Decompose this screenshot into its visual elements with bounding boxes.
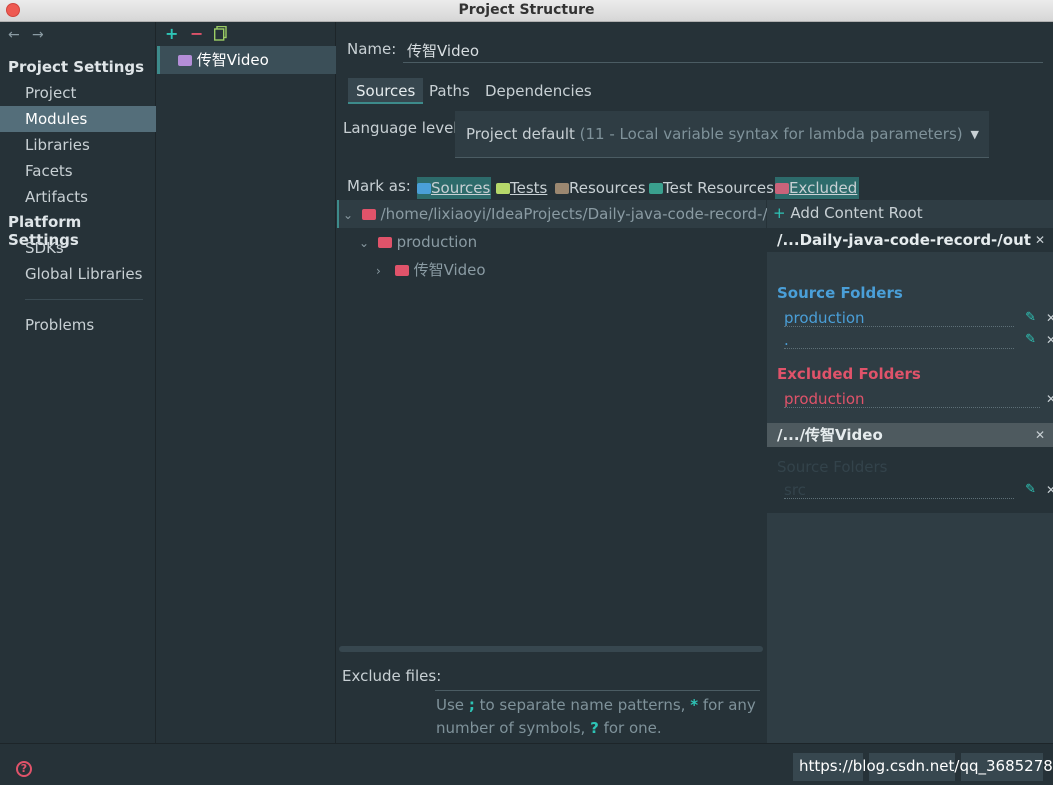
sidebar-item-sdks[interactable]: SDKs (0, 235, 156, 261)
module-item-label: 传智Video (196, 51, 269, 69)
watermark-text: https://blog.csdn.net/qq_36852780 (799, 757, 1053, 775)
close-icon[interactable]: ✕ (1046, 389, 1053, 409)
tree-row-production[interactable]: ⌄ production (337, 228, 477, 256)
mark-resources-button[interactable]: Resources (555, 177, 647, 199)
exclude-files-label: Exclude files: (342, 667, 442, 685)
sidebar-item-problems[interactable]: Problems (0, 312, 156, 338)
close-icon[interactable]: ✕ (1046, 308, 1053, 328)
module-folder-icon (178, 55, 192, 66)
folder-icon (361, 209, 376, 220)
sidebar-item-project[interactable]: Project (0, 80, 156, 106)
excluded-folder-entry: production ✕ (784, 389, 1053, 409)
mark-as-label: Mark as: (347, 177, 411, 195)
tests-folder-icon (496, 183, 510, 194)
horizontal-scrollbar[interactable] (339, 646, 763, 652)
sidebar-item-modules[interactable]: Modules (0, 106, 156, 132)
folder-icon (394, 265, 409, 276)
edit-icon[interactable]: ✎ (1025, 308, 1036, 328)
mark-excluded-button[interactable]: Excluded (775, 177, 860, 199)
tree-row-module[interactable]: › 传智Video (337, 256, 486, 284)
tab-paths[interactable]: Paths (421, 78, 478, 104)
remove-module-button[interactable]: − (190, 24, 203, 43)
close-window-button[interactable] (6, 3, 20, 17)
sidebar-item-artifacts[interactable]: Artifacts (0, 184, 156, 210)
tree-row-label: /home/lixiaoyi/IdeaProjects/Daily-java-c… (380, 205, 793, 223)
project-settings-heading: Project Settings (8, 58, 145, 76)
source-folders-title: Source Folders (777, 458, 888, 476)
tree-row-label: 传智Video (413, 261, 486, 279)
language-level-dropdown[interactable]: Project default (11 - Local variable syn… (455, 111, 989, 158)
content-root-body: Source Folders src ✎ ✕ (767, 447, 1053, 513)
mark-sources-button[interactable]: Sources (417, 177, 492, 199)
source-folder-entry: src ✎ ✕ (784, 480, 1053, 500)
sources-folder-icon (417, 183, 431, 194)
edit-icon[interactable]: ✎ (1025, 480, 1036, 500)
window-titlebar: Project Structure (0, 0, 1053, 22)
exclude-files-input[interactable] (435, 690, 760, 691)
module-item[interactable]: 传智Video (157, 46, 336, 74)
language-level-value: Project default (466, 125, 575, 143)
chevron-down-icon[interactable]: ⌄ (359, 229, 373, 257)
name-field[interactable]: 传智Video (407, 40, 479, 61)
mark-tests-button[interactable]: Tests (496, 177, 548, 199)
tab-dependencies[interactable]: Dependencies (477, 78, 600, 104)
close-icon[interactable]: ✕ (1046, 480, 1053, 500)
excluded-folder-icon (775, 183, 789, 194)
settings-sidebar: ← → Project Settings Project Modules Lib… (0, 22, 156, 743)
tree-row-label: production (396, 233, 478, 251)
add-module-button[interactable]: + (165, 24, 178, 43)
chevron-down-icon[interactable]: ⌄ (343, 201, 357, 229)
mark-test-resources-button[interactable]: Test Resources (649, 177, 775, 199)
content-root-header: /.../传智Video ✕ (767, 423, 1053, 447)
tree-row-root[interactable]: ⌄ /home/lixiaoyi/IdeaProjects/Daily-java… (337, 200, 792, 229)
sidebar-item-facets[interactable]: Facets (0, 158, 156, 184)
module-list-panel: + − 传智Video (157, 22, 336, 743)
language-level-detail: (11 - Local variable syntax for lambda p… (579, 125, 963, 143)
close-icon[interactable]: ✕ (1046, 330, 1053, 350)
source-folder-entry: . ✎ ✕ (784, 330, 1053, 350)
excluded-folders-title: Excluded Folders (777, 365, 921, 383)
source-folders-title: Source Folders (777, 284, 903, 302)
module-settings-panel: Name: 传智Video Sources Paths Dependencies… (337, 22, 1053, 743)
close-icon[interactable]: ✕ (1035, 228, 1045, 252)
close-icon[interactable]: ✕ (1035, 423, 1045, 447)
sidebar-divider (25, 299, 143, 300)
forward-arrow-icon[interactable]: → (32, 27, 44, 43)
source-folder-entry: production ✎ ✕ (784, 308, 1053, 328)
content-root-header: /...Daily-java-code-record-/out ✕ (767, 228, 1053, 252)
bottom-bar: ? https://blog.csdn.net/qq_36852780 (0, 743, 1053, 785)
exclude-files-hint: Use ; to separate name patterns, * for a… (436, 696, 756, 737)
help-icon[interactable]: ? (16, 761, 32, 777)
copy-module-icon[interactable] (213, 25, 227, 45)
plus-icon: + (773, 204, 786, 222)
content-tree: ⌄ /home/lixiaoyi/IdeaProjects/Daily-java… (337, 200, 792, 645)
chevron-right-icon[interactable]: › (376, 257, 390, 285)
language-level-label: Language level: (343, 119, 463, 137)
folder-icon (377, 237, 392, 248)
chevron-down-icon: ▼ (970, 128, 979, 141)
test-resources-folder-icon (649, 183, 663, 194)
tab-sources[interactable]: Sources (348, 78, 424, 104)
add-content-root-button[interactable]: + Add Content Root (773, 204, 923, 222)
sidebar-item-libraries[interactable]: Libraries (0, 132, 156, 158)
name-field-underline (403, 62, 1043, 63)
window-title: Project Structure (458, 2, 595, 18)
name-label: Name: (347, 40, 397, 58)
resources-folder-icon (555, 183, 569, 194)
content-roots-panel: + Add Content Root /...Daily-java-code-r… (767, 200, 1053, 743)
sidebar-item-global-libraries[interactable]: Global Libraries (0, 261, 156, 287)
edit-icon[interactable]: ✎ (1025, 330, 1036, 350)
back-arrow-icon[interactable]: ← (8, 27, 20, 43)
